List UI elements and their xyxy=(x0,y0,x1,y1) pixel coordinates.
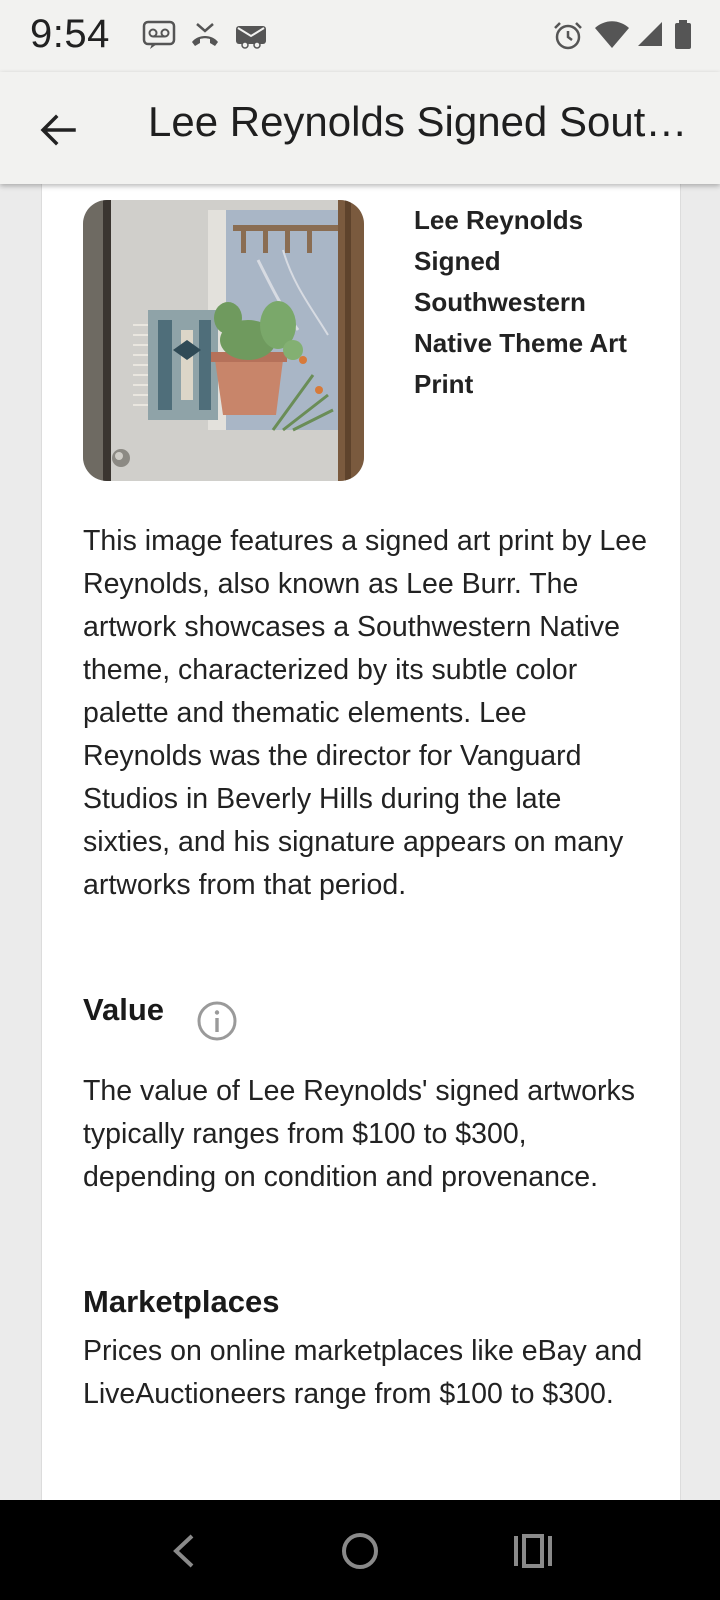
app-bar: Lee Reynolds Signed Southwestern Native … xyxy=(0,72,720,184)
marketplaces-text: Prices on online marketplaces like eBay … xyxy=(83,1335,643,1410)
battery-icon xyxy=(675,20,691,49)
marketplaces-heading: Marketplaces xyxy=(83,1284,280,1319)
value-text: The value of Lee Reynolds' signed artwor… xyxy=(83,1075,635,1193)
missed-call-icon xyxy=(192,23,218,46)
arrow-back-icon[interactable] xyxy=(36,108,80,152)
info-icon[interactable] xyxy=(196,1000,238,1042)
alarm-icon xyxy=(554,22,582,50)
nav-home-icon[interactable] xyxy=(335,1526,385,1576)
game-controller-icon xyxy=(236,26,266,49)
item-title: Lee Reynolds Signed Southwestern Native … xyxy=(414,205,627,399)
nav-back-icon[interactable] xyxy=(160,1526,210,1576)
content-card: Lee Reynolds Signed Southwestern Native … xyxy=(41,184,681,1500)
cell-signal-icon xyxy=(638,22,662,46)
navigation-bar xyxy=(0,1500,720,1600)
status-time: 9:54 xyxy=(30,12,110,56)
voicemail-icon xyxy=(142,20,176,49)
status-bar: 9:54 xyxy=(0,0,720,72)
nav-recents-icon[interactable] xyxy=(508,1526,558,1576)
art-print-thumbnail[interactable] xyxy=(83,200,364,481)
value-heading: Value xyxy=(83,992,164,1027)
wifi-icon xyxy=(595,21,629,48)
page-title: Lee Reynolds Signed Southwestern Native … xyxy=(148,98,688,145)
item-description: This image features a signed art print b… xyxy=(83,525,647,901)
